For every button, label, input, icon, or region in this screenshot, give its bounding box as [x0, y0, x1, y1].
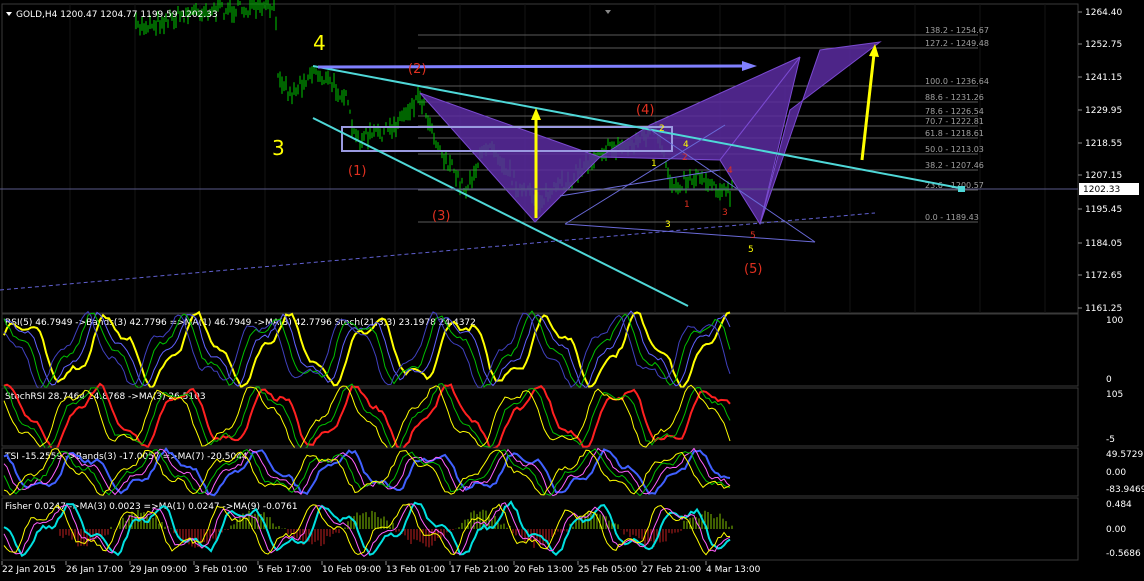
price-tick-label: 1241.15	[1085, 73, 1122, 83]
indicator-pane-1[interactable]: RSI(5) 46.7949 ->Bands(3) 42.7796 =>MA(1…	[1, 310, 1123, 391]
indicator-header: TSI -15.2559 ->Bands(3) -17.0057 =>MA(7)…	[4, 452, 248, 462]
wave-label-big-3: 3	[272, 136, 285, 160]
price-tick-label: 1172.65	[1085, 271, 1122, 281]
time-tick-label: 5 Feb 17:00	[258, 565, 312, 575]
chart-header-text: GOLD,H4 1200.47 1204.77 1199.59 1202.33	[16, 10, 218, 20]
price-tick-label: 1184.05	[1085, 239, 1122, 249]
indicator-axis-label: 0	[1106, 375, 1112, 385]
fib-level-label: 50.0 - 1213.03	[925, 145, 984, 154]
fib-level-label: 127.2 - 1249.48	[925, 39, 989, 48]
indicator-axis-label: -83.9469	[1106, 485, 1144, 495]
time-tick-label: 25 Feb 05:00	[578, 565, 637, 575]
price-tick-label: 1207.15	[1085, 171, 1122, 181]
fib-level-label: 78.6 - 1226.54	[925, 107, 984, 116]
price-tick-label: 1264.40	[1085, 8, 1122, 18]
price-tick-label: 1195.45	[1085, 205, 1122, 215]
small-wave-label: 5	[748, 245, 754, 255]
price-tick-label: 1161.25	[1085, 304, 1122, 314]
horizontal-arrow	[317, 64, 746, 69]
fib-level-label: 100.0 - 1236.64	[925, 77, 989, 86]
fib-level-label: 38.2 - 1207.46	[925, 161, 984, 170]
indicator-axis-label: 0.00	[1106, 525, 1126, 535]
wave-label-4: (4)	[636, 103, 654, 118]
time-tick-label: 20 Feb 13:00	[514, 565, 573, 575]
time-tick-label: 26 Jan 17:00	[66, 565, 123, 575]
small-wave-label: 2	[682, 153, 688, 163]
time-tick-label: 3 Feb 01:00	[194, 565, 248, 575]
indicator-axis-label: 49.5729	[1106, 450, 1143, 460]
wave-label-3: (3)	[432, 209, 450, 224]
indicator-axis-label: -0.5686	[1106, 549, 1141, 559]
indicator-axis-label: 100	[1106, 316, 1123, 326]
fib-level-label: 70.7 - 1222.81	[925, 117, 984, 126]
fib-level-label: 138.2 - 1254.67	[925, 26, 989, 35]
time-tick-label: 17 Feb 21:00	[450, 565, 509, 575]
indicator-pane-4[interactable]: Fisher 0.0247 ->MA(3) 0.0023 =>MA(1) 0.0…	[1, 497, 1141, 561]
price-tick-label: 1218.55	[1085, 139, 1122, 149]
wave-label-big-4: 4	[313, 31, 326, 55]
wave-label-1: (1)	[348, 164, 366, 179]
time-tick-label: 4 Mar 13:00	[706, 565, 761, 575]
indicator-pane-2[interactable]: StochRSI 28.7464 24.8768 ->MA(3) 26.5103…	[1, 382, 1123, 452]
fib-level-label: 61.8 - 1218.61	[925, 129, 984, 138]
time-tick-label: 10 Feb 09:00	[322, 565, 381, 575]
time-tick-label: 29 Jan 09:00	[130, 565, 187, 575]
indicator-axis-label: 0.484	[1106, 500, 1132, 510]
small-wave-label: 1	[651, 159, 657, 169]
current-price-tag-text: 1202.33	[1083, 185, 1120, 195]
fib-level-label: 0.0 - 1189.43	[925, 213, 979, 222]
indicator-pane-3[interactable]: TSI -15.2559 ->Bands(3) -17.0057 =>MA(7)…	[1, 447, 1144, 497]
indicator-axis-label: 105	[1106, 390, 1123, 400]
price-tick-label: 1229.95	[1085, 106, 1122, 116]
small-wave-label: 4	[683, 140, 689, 150]
trading-chart[interactable]: 138.2 - 1254.67 127.2 - 1249.48 100.0 - 12…	[0, 0, 1144, 577]
small-wave-label: 3	[722, 208, 728, 218]
time-tick-label: 13 Feb 01:00	[386, 565, 445, 575]
small-wave-label: 2	[659, 124, 665, 134]
wave-label-2: (2)	[408, 62, 426, 77]
small-wave-label: 4	[727, 166, 733, 176]
indicator-axis-label: -5	[1106, 435, 1115, 445]
small-wave-label: 1	[684, 200, 690, 210]
price-tick-label: 1252.75	[1085, 40, 1122, 50]
fib-level-label: 88.6 - 1231.26	[925, 93, 984, 102]
chart-header: GOLD,H4 1200.47 1204.77 1199.59 1202.33	[6, 10, 218, 20]
indicator-axis-label: 0.00	[1106, 468, 1126, 478]
time-tick-label: 27 Feb 21:00	[642, 565, 701, 575]
small-wave-label: 3	[665, 220, 671, 230]
indicator-header: RSI(5) 46.7949 ->Bands(3) 42.7796 =>MA(1…	[5, 318, 476, 328]
time-tick-label: 22 Jan 2015	[2, 565, 56, 575]
small-wave-label: 5	[750, 231, 756, 241]
wave-label-5: (5)	[744, 262, 762, 277]
